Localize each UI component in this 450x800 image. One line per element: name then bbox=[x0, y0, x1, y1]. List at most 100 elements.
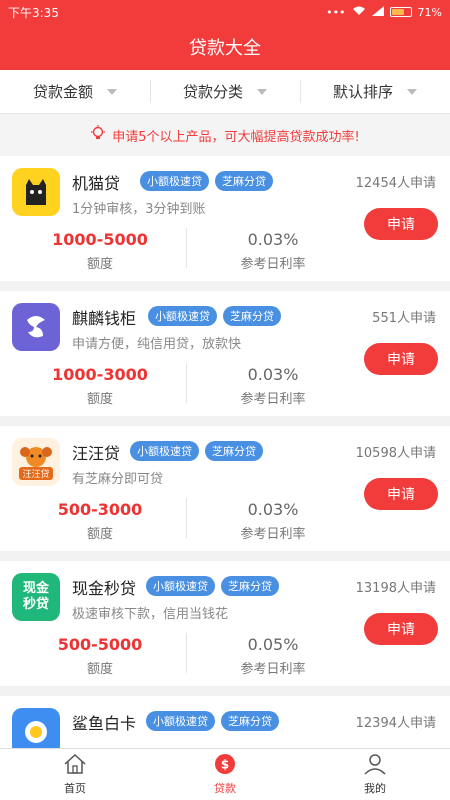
product-card[interactable]: 现金 秒贷 现金秒贷 小额极速贷 芝麻分贷 13198人申请 极速审核下款，信用… bbox=[0, 561, 450, 686]
filter-sort[interactable]: 默认排序 bbox=[300, 70, 450, 113]
amount-label: 额度 bbox=[86, 662, 113, 677]
product-tags: 小额极速贷 芝麻分贷 bbox=[148, 306, 281, 326]
product-tags: 小额极速贷 芝麻分贷 bbox=[146, 576, 279, 596]
product-tag: 小额极速贷 bbox=[146, 576, 215, 596]
wifi-icon bbox=[352, 6, 366, 19]
rate-label: 参考日利率 bbox=[240, 662, 306, 677]
product-name: 鲨鱼白卡 bbox=[72, 714, 137, 733]
rate-label: 参考日利率 bbox=[240, 392, 306, 407]
amount-block: 1000-3000 额度 bbox=[12, 365, 188, 407]
amount-value: 1000-5000 bbox=[52, 230, 148, 249]
notice-text: 申请5个以上产品，可大幅提高贷款成功率! bbox=[112, 129, 360, 145]
product-tag: 小额极速贷 bbox=[146, 711, 215, 731]
shark-logo-icon bbox=[12, 708, 60, 748]
product-card[interactable]: 机猫贷 小额极速贷 芝麻分贷 12454人申请 1分钟审核，3分钟到账 1000… bbox=[0, 156, 450, 281]
cash-logo-icon: 现金 秒贷 bbox=[12, 573, 60, 621]
product-tags: 小额极速贷 芝麻分贷 bbox=[140, 171, 273, 191]
tab-label: 首页 bbox=[64, 782, 86, 795]
product-tags: 小额极速贷 芝麻分贷 bbox=[130, 441, 263, 461]
product-tag: 小额极速贷 bbox=[148, 306, 217, 326]
product-desc: 极速审核下款，信用当钱花 bbox=[72, 607, 229, 622]
notice-banner: 申请5个以上产品，可大幅提高贷款成功率! bbox=[0, 114, 450, 156]
user-icon bbox=[363, 753, 387, 778]
product-card[interactable]: 汪汪贷 汪汪贷 小额极速贷 芝麻分贷 10598人申请 有芝麻分即可贷 500-… bbox=[0, 426, 450, 551]
product-tag: 芝麻分贷 bbox=[205, 441, 263, 461]
tab-label: 我的 bbox=[364, 782, 386, 795]
amount-value: 500-5000 bbox=[57, 635, 143, 654]
product-name: 现金秒贷 bbox=[72, 579, 137, 598]
amount-value: 1000-3000 bbox=[52, 365, 148, 384]
tab-label: 贷款 bbox=[214, 782, 236, 795]
logo-text: 现金 bbox=[22, 581, 49, 597]
apply-count: 13198人申请 bbox=[355, 581, 436, 596]
rate-value: 0.03% bbox=[247, 500, 299, 519]
product-card[interactable]: 麒麟钱柜 小额极速贷 芝麻分贷 551人申请 申请方便，纯信用贷，放款快 100… bbox=[0, 291, 450, 416]
status-time: 下午3:35 bbox=[8, 5, 59, 20]
amount-block: 1000-5000 额度 bbox=[12, 230, 188, 272]
battery-percent: 71% bbox=[417, 5, 442, 19]
logo-text: 汪汪贷 bbox=[19, 466, 53, 480]
rate-block: 0.03% 参考日利率 bbox=[190, 500, 356, 542]
battery-icon bbox=[389, 7, 412, 17]
product-tag: 芝麻分贷 bbox=[221, 576, 279, 596]
apply-count: 10598人申请 bbox=[355, 446, 436, 461]
apply-button[interactable]: 申请 bbox=[364, 613, 438, 645]
rate-value: 0.03% bbox=[247, 365, 299, 384]
tab-mine[interactable]: 我的 bbox=[300, 749, 450, 800]
rate-block: 0.03% 参考日利率 bbox=[190, 230, 356, 272]
divider bbox=[186, 498, 187, 538]
amount-value: 500-3000 bbox=[57, 500, 143, 519]
tab-loan[interactable]: $ 贷款 bbox=[150, 749, 300, 800]
lightbulb-icon bbox=[90, 125, 106, 145]
product-tag: 芝麻分贷 bbox=[221, 711, 279, 731]
product-card[interactable]: 鲨鱼白卡 小额极速贷 芝麻分贷 12394人申请 bbox=[0, 696, 450, 748]
amount-label: 额度 bbox=[86, 392, 113, 407]
rate-value: 0.05% bbox=[247, 635, 299, 654]
filter-amount[interactable]: 贷款金额 bbox=[0, 70, 150, 113]
svg-text:$: $ bbox=[221, 758, 229, 772]
divider bbox=[186, 633, 187, 673]
more-icon: ••• bbox=[326, 5, 346, 19]
signal-icon bbox=[371, 5, 384, 19]
apply-count: 12394人申请 bbox=[355, 716, 436, 731]
amount-block: 500-5000 额度 bbox=[12, 635, 188, 677]
logo-text: 秒贷 bbox=[22, 597, 49, 612]
dollar-icon: $ bbox=[214, 753, 236, 778]
rate-value: 0.03% bbox=[247, 230, 299, 249]
product-list: 机猫贷 小额极速贷 芝麻分贷 12454人申请 1分钟审核，3分钟到账 1000… bbox=[0, 156, 450, 748]
product-tag: 芝麻分贷 bbox=[223, 306, 281, 326]
apply-button[interactable]: 申请 bbox=[364, 343, 438, 375]
rate-label: 参考日利率 bbox=[240, 527, 306, 542]
rate-label: 参考日利率 bbox=[240, 257, 306, 272]
dropdown-arrow-icon bbox=[107, 88, 117, 95]
product-desc: 有芝麻分即可贷 bbox=[72, 472, 164, 487]
amount-label: 额度 bbox=[86, 257, 113, 272]
amount-block: 500-3000 额度 bbox=[12, 500, 188, 542]
apply-count: 551人申请 bbox=[372, 311, 436, 326]
amount-label: 额度 bbox=[86, 527, 113, 542]
product-tag: 小额极速贷 bbox=[140, 171, 209, 191]
rate-block: 0.03% 参考日利率 bbox=[190, 365, 356, 407]
qilin-logo-icon bbox=[12, 303, 60, 351]
filter-category[interactable]: 贷款分类 bbox=[150, 70, 300, 113]
apply-button[interactable]: 申请 bbox=[364, 478, 438, 510]
filter-bar: 贷款金额 贷款分类 默认排序 bbox=[0, 70, 450, 114]
bottom-tab-bar: 首页 $ 贷款 我的 bbox=[0, 748, 450, 800]
status-icons: ••• 71% bbox=[326, 5, 442, 19]
apply-button[interactable]: 申请 bbox=[364, 208, 438, 240]
divider bbox=[186, 363, 187, 403]
apply-count: 12454人申请 bbox=[355, 176, 436, 191]
page-title: 贷款大全 bbox=[0, 24, 450, 70]
dropdown-arrow-icon bbox=[407, 88, 417, 95]
product-tag: 芝麻分贷 bbox=[215, 171, 273, 191]
dog-logo-icon: 汪汪贷 bbox=[12, 438, 60, 486]
divider bbox=[186, 228, 187, 268]
product-name: 机猫贷 bbox=[72, 174, 121, 193]
product-desc: 1分钟审核，3分钟到账 bbox=[72, 202, 206, 217]
tab-home[interactable]: 首页 bbox=[0, 749, 150, 800]
product-tag: 小额极速贷 bbox=[130, 441, 199, 461]
product-name: 麒麟钱柜 bbox=[72, 309, 137, 328]
product-desc: 申请方便，纯信用贷，放款快 bbox=[72, 337, 242, 352]
rate-block: 0.05% 参考日利率 bbox=[190, 635, 356, 677]
home-icon bbox=[63, 753, 87, 778]
